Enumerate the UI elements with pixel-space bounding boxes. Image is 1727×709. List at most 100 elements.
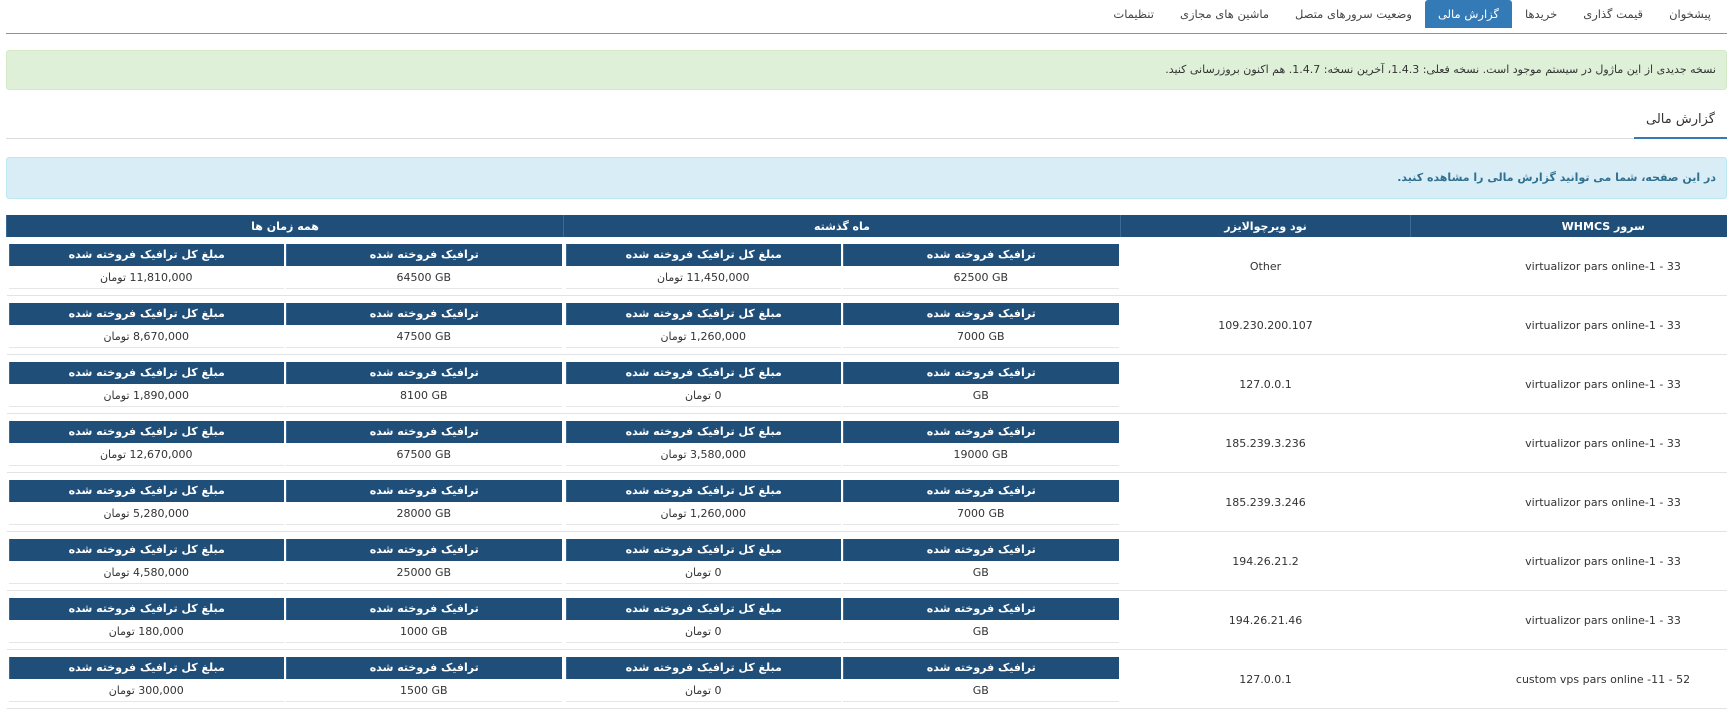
table-header-row: سرور WHMCS نود ویرچوالایزر ماه گذشته همه… [7,215,1727,237]
all-time-cell: ترافیک فروخته شدهمبلغ کل ترافیک فروخته ش… [7,414,564,473]
tab-1[interactable]: قیمت گذاری [1570,0,1656,28]
node-cell: 194.26.21.46 [1121,591,1411,650]
table-row: virtualizor pars online-1 - 33127.0.0.1ت… [7,355,1727,414]
all-amount: 5,280,000 تومان [9,504,285,525]
all-subtable: ترافیک فروخته شدهمبلغ کل ترافیک فروخته ش… [7,419,564,468]
server-cell: virtualizor pars online-1 - 33 [1411,532,1727,591]
table-row: virtualizor pars online-1 - 33194.26.21.… [7,591,1727,650]
month-amount: 0 تومان [566,681,842,702]
update-alert: نسخه جدیدی از این ماژول در سیستم موجود ا… [6,50,1727,90]
info-alert-text: در این صفحه، شما می توانید گزارش مالی را… [1397,171,1716,184]
all-subtable: ترافیک فروخته شدهمبلغ کل ترافیک فروخته ش… [7,655,564,704]
tab-2[interactable]: خریدها [1512,0,1570,28]
tab-3[interactable]: گزارش مالی [1425,0,1512,28]
node-cell: Other [1121,237,1411,296]
subheader-traffic: ترافیک فروخته شده [843,421,1119,443]
server-cell: custom vps pars online -11 - 52 [1411,650,1727,709]
last-month-cell: ترافیک فروخته شدهمبلغ کل ترافیک فروخته ش… [564,414,1121,473]
server-cell: virtualizor pars online-1 - 33 [1411,591,1727,650]
all-time-cell: ترافیک فروخته شدهمبلغ کل ترافیک فروخته ش… [7,650,564,709]
subheader-amount: مبلغ کل ترافیک فروخته شده [566,480,842,502]
all-time-cell: ترافیک فروخته شدهمبلغ کل ترافیک فروخته ش… [7,532,564,591]
subheader-amount: مبلغ کل ترافیک فروخته شده [9,480,285,502]
top-nav: پیشخوانقیمت گذاریخریدهاگزارش مالیوضعیت س… [6,0,1727,34]
subheader-traffic: ترافیک فروخته شده [843,657,1119,679]
month-amount: 0 تومان [566,622,842,643]
all-traffic: 1500 GB [286,681,562,702]
month-traffic: GB [843,563,1119,584]
subheader-amount: مبلغ کل ترافیک فروخته شده [566,362,842,384]
server-cell: virtualizor pars online-1 - 33 [1411,296,1727,355]
subheader-traffic: ترافیک فروخته شده [843,480,1119,502]
tab-5[interactable]: ماشین های مجازی [1167,0,1282,28]
month-traffic: GB [843,622,1119,643]
subheader-amount: مبلغ کل ترافیک فروخته شده [9,598,285,620]
last-month-cell: ترافیک فروخته شدهمبلغ کل ترافیک فروخته ش… [564,237,1121,296]
month-amount: 0 تومان [566,386,842,407]
server-cell: virtualizor pars online-1 - 33 [1411,473,1727,532]
subheader-traffic: ترافیک فروخته شده [286,657,562,679]
month-traffic: GB [843,386,1119,407]
last-month-cell: ترافیک فروخته شدهمبلغ کل ترافیک فروخته ش… [564,532,1121,591]
month-subtable: ترافیک فروخته شدهمبلغ کل ترافیک فروخته ش… [564,242,1121,291]
month-amount: 11,450,000 تومان [566,268,842,289]
all-traffic: 8100 GB [286,386,562,407]
tab-0[interactable]: پیشخوان [1656,0,1724,28]
subheader-traffic: ترافیک فروخته شده [843,303,1119,325]
subheader-amount: مبلغ کل ترافیک فروخته شده [566,244,842,266]
month-subtable: ترافیک فروخته شدهمبلغ کل ترافیک فروخته ش… [564,419,1121,468]
month-subtable: ترافیک فروخته شدهمبلغ کل ترافیک فروخته ش… [564,360,1121,409]
subheader-amount: مبلغ کل ترافیک فروخته شده [566,657,842,679]
header-node: نود ویرچوالایزر [1121,215,1411,237]
header-all-time: همه زمان ها [7,215,564,237]
all-amount: 1,890,000 تومان [9,386,285,407]
table-body: virtualizor pars online-1 - 33Otherترافی… [7,237,1727,709]
month-amount: 0 تومان [566,563,842,584]
server-cell: virtualizor pars online-1 - 33 [1411,355,1727,414]
all-time-cell: ترافیک فروخته شدهمبلغ کل ترافیک فروخته ش… [7,355,564,414]
month-traffic: GB [843,681,1119,702]
month-subtable: ترافیک فروخته شدهمبلغ کل ترافیک فروخته ش… [564,537,1121,586]
section-header: گزارش مالی [6,104,1727,139]
subheader-traffic: ترافیک فروخته شده [843,362,1119,384]
subheader-amount: مبلغ کل ترافیک فروخته شده [9,539,285,561]
month-subtable: ترافیک فروخته شدهمبلغ کل ترافیک فروخته ش… [564,655,1121,704]
table-row: virtualizor pars online-1 - 33109.230.20… [7,296,1727,355]
last-month-cell: ترافیک فروخته شدهمبلغ کل ترافیک فروخته ش… [564,591,1121,650]
last-month-cell: ترافیک فروخته شدهمبلغ کل ترافیک فروخته ش… [564,473,1121,532]
tab-6[interactable]: تنظیمات [1100,0,1167,28]
month-traffic: 7000 GB [843,504,1119,525]
table-row: virtualizor pars online-1 - 33194.26.21.… [7,532,1727,591]
all-traffic: 25000 GB [286,563,562,584]
month-amount: 1,260,000 تومان [566,327,842,348]
server-cell: virtualizor pars online-1 - 33 [1411,414,1727,473]
subheader-amount: مبلغ کل ترافیک فروخته شده [9,303,285,325]
subheader-traffic: ترافیک فروخته شده [843,598,1119,620]
subheader-amount: مبلغ کل ترافیک فروخته شده [9,244,285,266]
month-traffic: 62500 GB [843,268,1119,289]
all-subtable: ترافیک فروخته شدهمبلغ کل ترافیک فروخته ش… [7,301,564,350]
all-traffic: 28000 GB [286,504,562,525]
all-traffic: 67500 GB [286,445,562,466]
all-traffic: 47500 GB [286,327,562,348]
all-subtable: ترافیک فروخته شدهمبلغ کل ترافیک فروخته ش… [7,478,564,527]
all-subtable: ترافیک فروخته شدهمبلغ کل ترافیک فروخته ش… [7,242,564,291]
subheader-amount: مبلغ کل ترافیک فروخته شده [566,539,842,561]
update-alert-text: نسخه جدیدی از این ماژول در سیستم موجود ا… [1165,63,1716,76]
all-time-cell: ترافیک فروخته شدهمبلغ کل ترافیک فروخته ش… [7,591,564,650]
section-title[interactable]: گزارش مالی [1634,104,1727,139]
all-traffic: 1000 GB [286,622,562,643]
header-last-month: ماه گذشته [564,215,1121,237]
node-cell: 194.26.21.2 [1121,532,1411,591]
all-subtable: ترافیک فروخته شدهمبلغ کل ترافیک فروخته ش… [7,596,564,645]
last-month-cell: ترافیک فروخته شدهمبلغ کل ترافیک فروخته ش… [564,650,1121,709]
subheader-traffic: ترافیک فروخته شده [843,539,1119,561]
tab-4[interactable]: وضعیت سرورهای متصل [1282,0,1425,28]
subheader-traffic: ترافیک فروخته شده [286,480,562,502]
node-cell: 185.239.3.246 [1121,473,1411,532]
table-row: custom vps pars online -11 - 52127.0.0.1… [7,650,1727,709]
subheader-traffic: ترافیک فروخته شده [286,598,562,620]
subheader-amount: مبلغ کل ترافیک فروخته شده [566,598,842,620]
header-server: سرور WHMCS [1411,215,1727,237]
subheader-traffic: ترافیک فروخته شده [286,303,562,325]
